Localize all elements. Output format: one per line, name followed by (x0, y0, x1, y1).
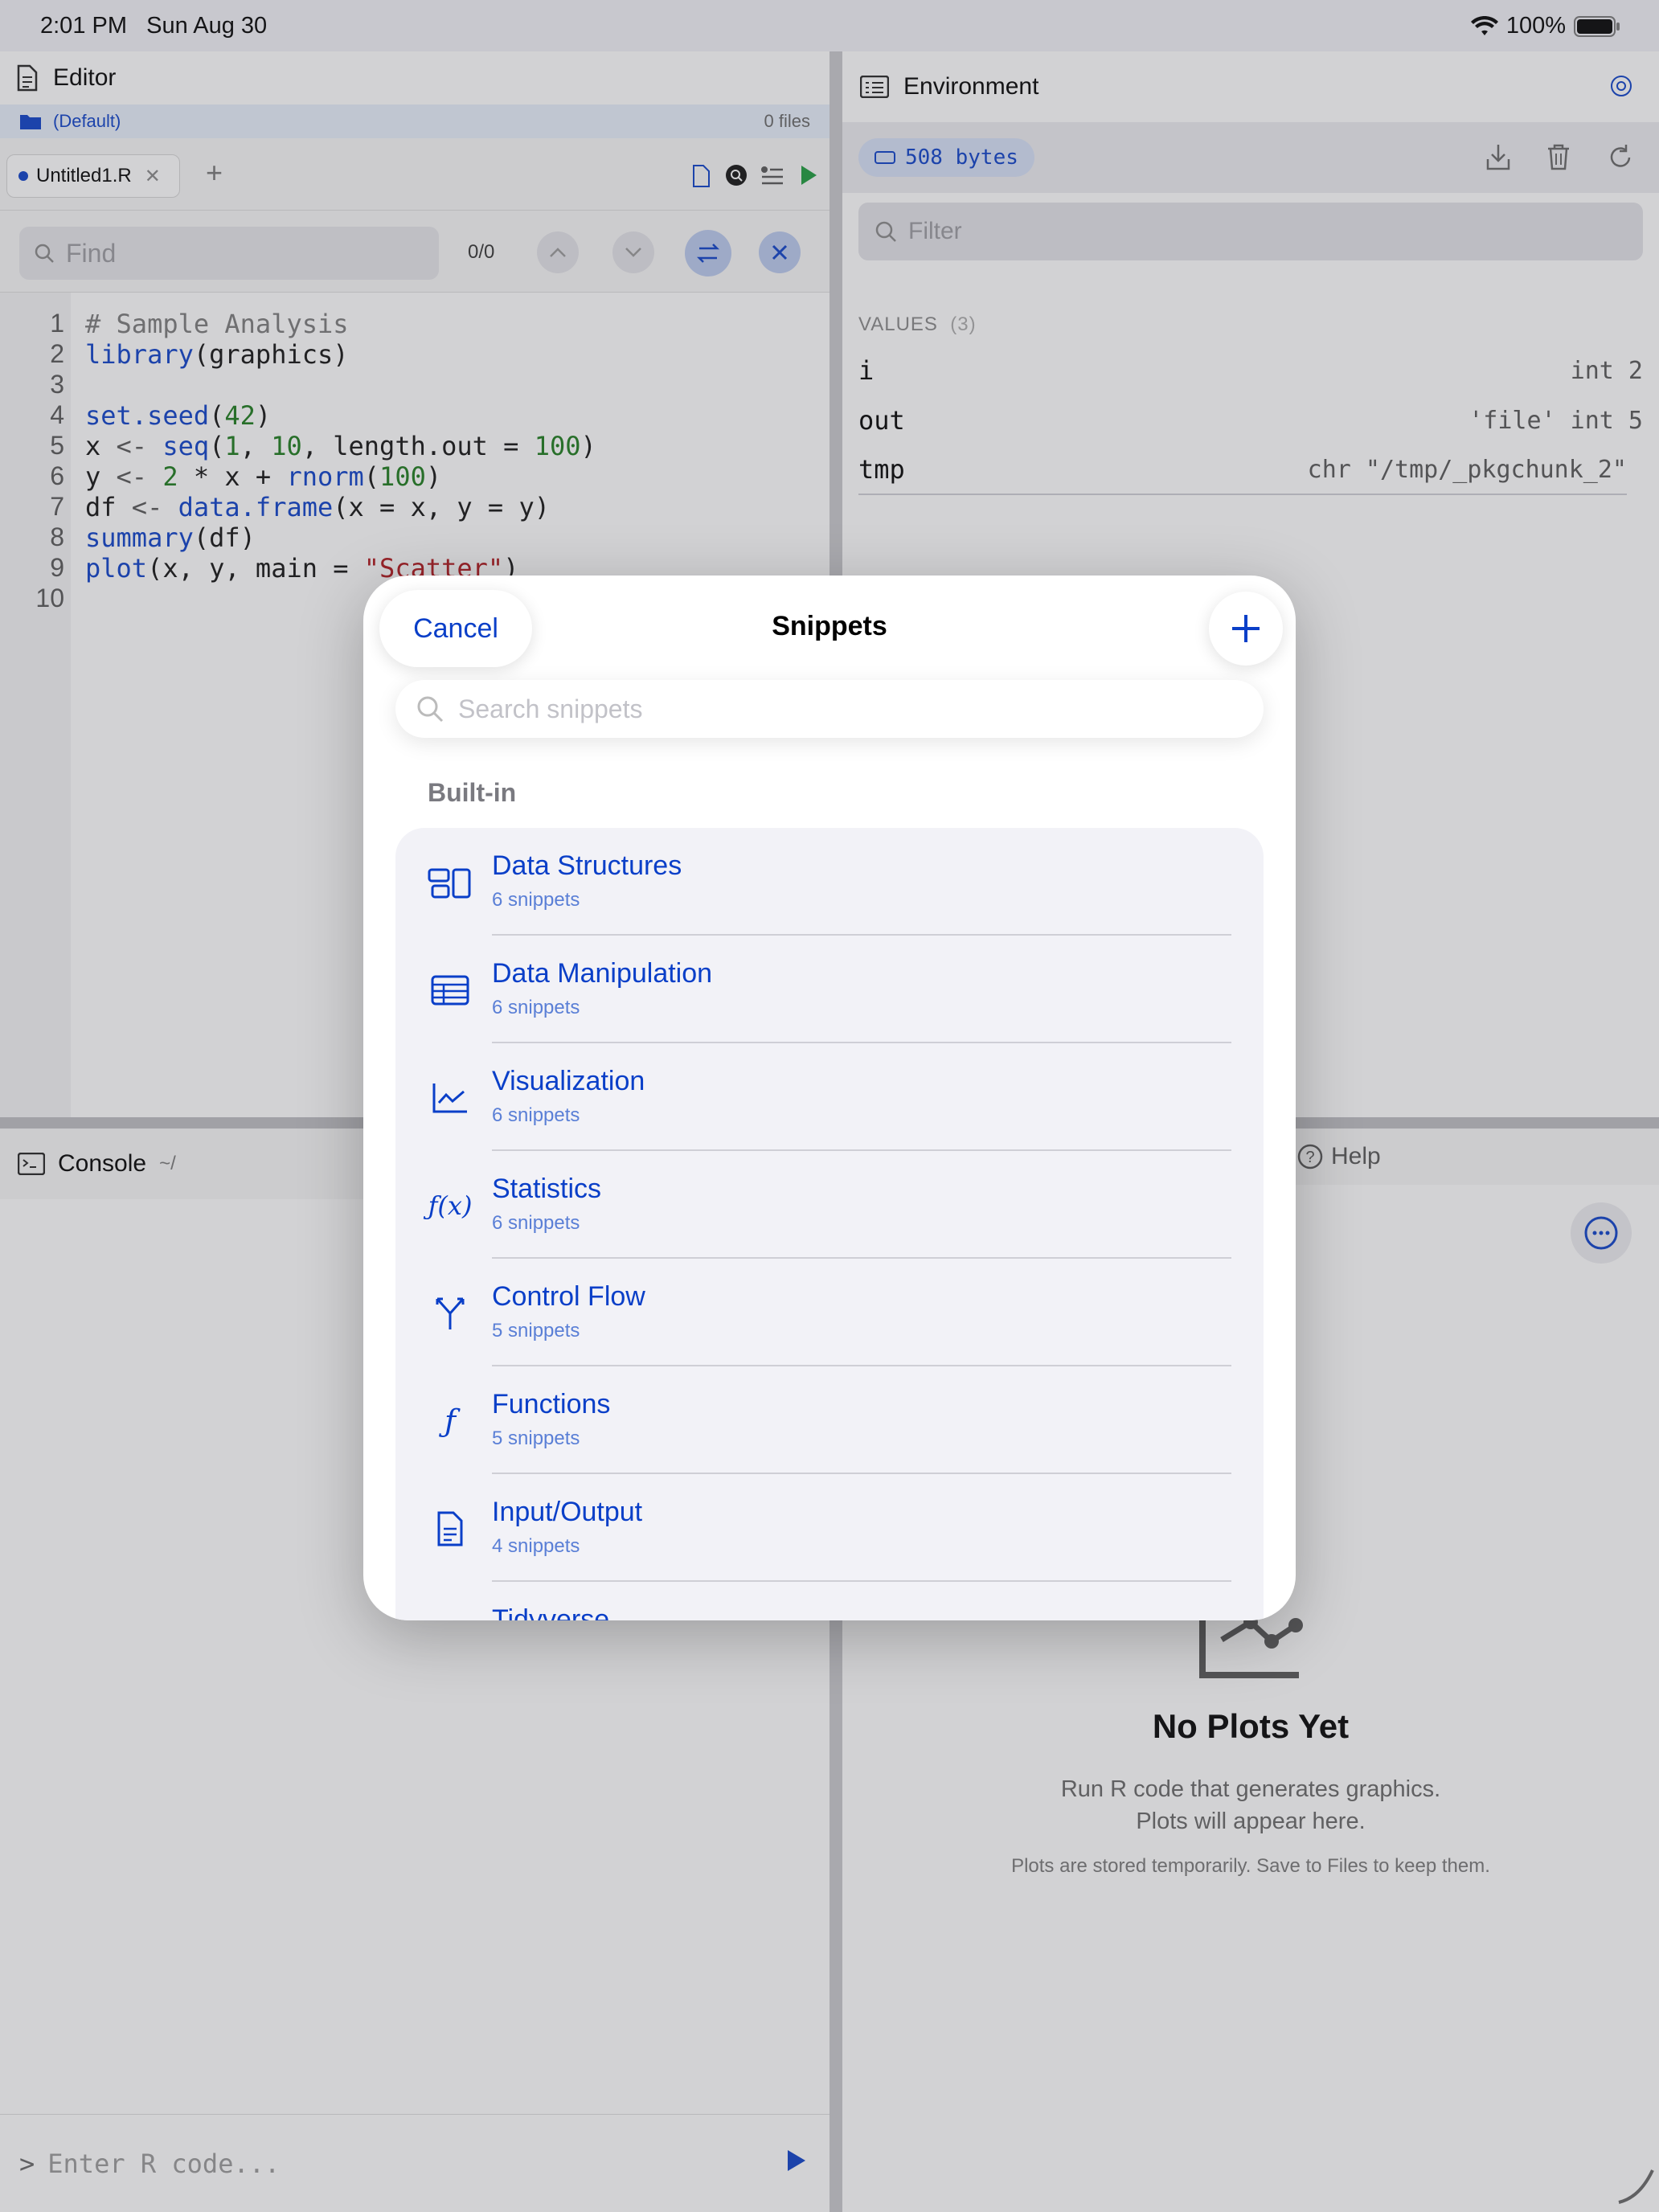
category-tidyverse[interactable]: Tidyverse (395, 1582, 1264, 1620)
category-count: 6 snippets (492, 1212, 580, 1234)
document-icon (428, 1506, 473, 1551)
category-name: Data Manipulation (492, 958, 713, 989)
add-snippet-button[interactable] (1209, 592, 1283, 666)
category-name: Input/Output (492, 1497, 643, 1527)
category-count: 5 snippets (492, 1320, 580, 1342)
category-name: Data Structures (492, 850, 682, 881)
category-name: Visualization (492, 1066, 645, 1096)
category-statistics[interactable]: ƒ(x) Statistics 6 snippets (395, 1151, 1264, 1259)
category-data-structures[interactable]: Data Structures 6 snippets (395, 828, 1264, 936)
function-f-icon: ƒ (444, 1403, 457, 1439)
category-data-manipulation[interactable]: Data Manipulation 6 snippets (395, 936, 1264, 1043)
branch-icon (428, 1291, 473, 1336)
category-count: 6 snippets (492, 889, 580, 911)
category-count: 6 snippets (492, 1104, 580, 1126)
table-icon (428, 968, 473, 1013)
category-input-output[interactable]: Input/Output 4 snippets (395, 1474, 1264, 1582)
category-functions[interactable]: ƒ Functions 5 snippets (395, 1366, 1264, 1474)
data-structures-icon (428, 860, 473, 905)
category-name: Control Flow (492, 1281, 645, 1312)
chart-line-icon (428, 1075, 473, 1120)
category-control-flow[interactable]: Control Flow 5 snippets (395, 1259, 1264, 1366)
snippet-search-input[interactable]: Search snippets (395, 680, 1264, 738)
snippet-category-list: Data Structures 6 snippets Data Manipula… (395, 828, 1264, 1620)
category-visualization[interactable]: Visualization 6 snippets (395, 1043, 1264, 1151)
category-name: Functions (492, 1389, 611, 1419)
cancel-button[interactable]: Cancel (379, 590, 532, 667)
snippets-modal: Snippets Cancel Search snippets Built-in… (363, 576, 1296, 1620)
category-count: 4 snippets (492, 1535, 580, 1557)
category-name: Statistics (492, 1174, 602, 1204)
category-name: Tidyverse (492, 1604, 610, 1620)
section-built-in: Built-in (428, 778, 517, 807)
category-count: 5 snippets (492, 1428, 580, 1449)
search-icon (417, 696, 444, 723)
plus-icon (1232, 615, 1260, 642)
category-count: 6 snippets (492, 997, 580, 1018)
function-fx-icon: ƒ(x) (428, 1190, 473, 1221)
snippet-search-placeholder: Search snippets (458, 694, 643, 723)
